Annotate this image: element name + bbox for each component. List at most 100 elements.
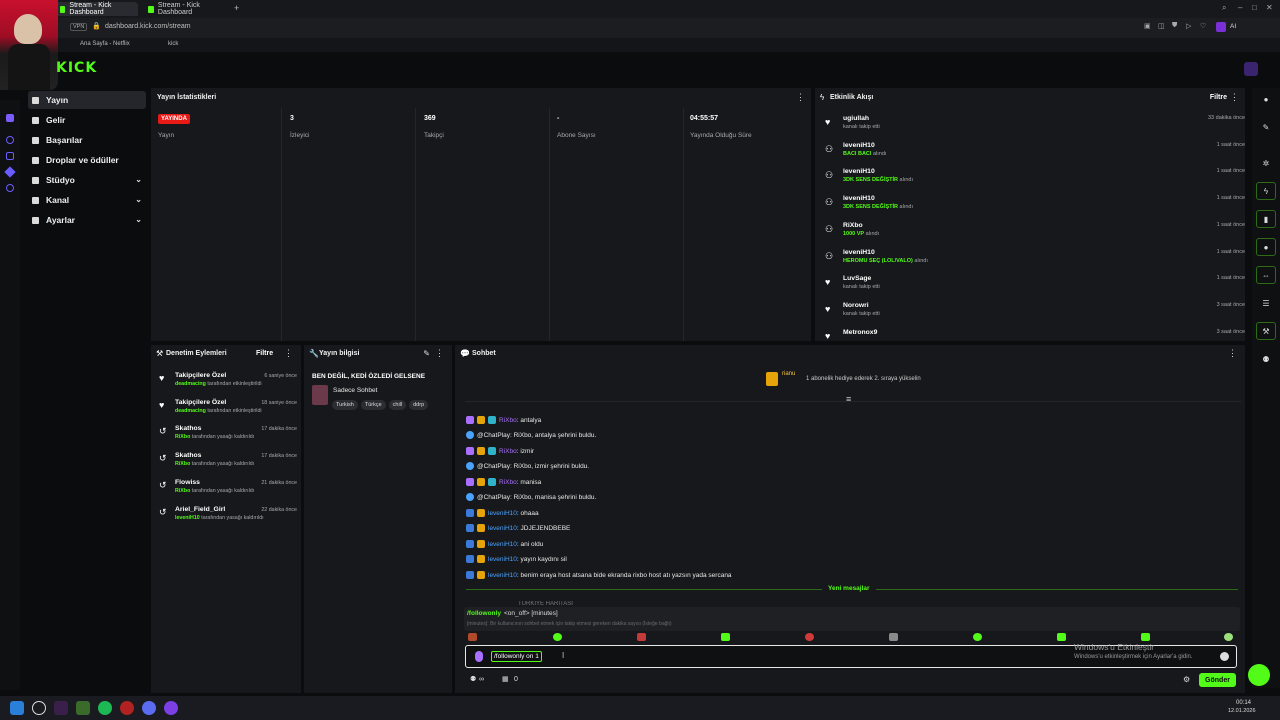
profile-avatar[interactable] <box>1244 62 1258 76</box>
chat-message[interactable]: RiXbo: antalya <box>466 414 541 426</box>
more-icon[interactable]: ⋮ <box>435 348 444 359</box>
browser-icon[interactable] <box>142 701 156 715</box>
sidebar-item-yayin[interactable]: Yayın <box>28 91 146 109</box>
chat-message[interactable]: RiXbo: manisa <box>466 476 541 488</box>
pencil-icon[interactable]: ✎ <box>1256 118 1276 136</box>
sidebar-item-gelir[interactable]: Gelir <box>28 111 146 129</box>
chat-message[interactable]: leveniH10: yayın kaydını sil <box>466 553 567 565</box>
browser-tab[interactable]: Stream - Kick Dashboard <box>52 2 138 16</box>
chat-username[interactable]: leveniH10 <box>488 525 517 532</box>
chat-username[interactable]: RiXbo <box>499 479 517 486</box>
play-icon[interactable]: ▷ <box>1186 22 1191 30</box>
emote-icon[interactable] <box>973 633 982 641</box>
rail-icon[interactable] <box>6 152 14 160</box>
settings-icon[interactable]: ✲ <box>1256 154 1276 172</box>
sidebar-item-studyo[interactable]: Stüdyo ⌄ <box>28 171 146 189</box>
maximize-icon[interactable]: □ <box>1252 3 1257 12</box>
gear-icon[interactable]: ⚙ <box>1183 675 1190 684</box>
minimize-icon[interactable]: – <box>1238 3 1242 12</box>
rail-icon[interactable] <box>6 184 14 192</box>
search-icon[interactable] <box>32 701 46 715</box>
emote-icon[interactable] <box>637 633 646 641</box>
moderation-item[interactable]: ♥ Takipçilere Özel deadmacing tarafından e… <box>159 399 297 425</box>
heart-icon[interactable]: ♡ <box>1200 22 1206 30</box>
kick-logo[interactable]: KICK <box>56 60 97 76</box>
spotify-icon[interactable] <box>98 701 112 715</box>
sidebar-item-ayarlar[interactable]: Ayarlar ⌄ <box>28 211 146 229</box>
chat-icon[interactable]: ● <box>1256 238 1276 256</box>
calendar-icon[interactable]: ▦ <box>502 675 509 683</box>
chat-message[interactable]: leveniH10: ani oldu <box>466 538 543 550</box>
bolt-icon[interactable]: ϟ <box>1256 182 1276 200</box>
shield-icon[interactable]: ⛊ <box>1172 22 1177 30</box>
tag[interactable]: chill <box>388 400 407 410</box>
wrench-icon[interactable]: ⚒ <box>1256 322 1276 340</box>
chat-message[interactable]: @ChatPlay: RiXbo, izmir şehrini buldu. <box>466 460 589 472</box>
chat-username[interactable]: leveniH10 <box>488 572 517 579</box>
mic-icon[interactable] <box>475 651 483 662</box>
tag[interactable]: ddrp <box>409 400 429 410</box>
app-icon[interactable] <box>120 701 134 715</box>
more-icon[interactable]: ⋮ <box>1230 92 1239 103</box>
emote-icon[interactable] <box>553 633 562 641</box>
ai-button[interactable]: AI <box>1230 23 1236 30</box>
search-icon[interactable]: ⌕ <box>1222 3 1226 13</box>
activity-item[interactable]: ⚇ leveniH10 3DK SENS DEĞİŞTİR alındı 1 saat… <box>825 168 1245 194</box>
chat-username[interactable]: leveniH10 <box>488 510 517 517</box>
chat-message[interactable]: @ChatPlay: RiXbo, antalya şehrini buldu. <box>466 429 596 441</box>
chat-message[interactable]: RiXbo: izmir <box>466 445 534 457</box>
activity-item[interactable]: ⚇ leveniH10 3DK SENS DEĞİŞTİR alındı 1 saat… <box>825 195 1245 221</box>
rail-icon[interactable] <box>4 166 16 178</box>
emote-icon[interactable] <box>1141 633 1150 641</box>
more-icon[interactable]: ⋮ <box>1228 348 1237 359</box>
users-icon[interactable]: ⚉ <box>1256 350 1276 368</box>
sidebar-item-droplar[interactable]: Droplar ve ödüller <box>28 151 146 169</box>
browser-tab[interactable]: Stream - Kick Dashboard <box>140 2 232 16</box>
chat-message[interactable]: @ChatPlay: RiXbo, manisa şehrini buldu. <box>466 491 596 503</box>
more-icon[interactable]: ⋮ <box>284 348 293 359</box>
app-icon[interactable] <box>164 701 178 715</box>
sidebar-item-basarilar[interactable]: Başarılar <box>28 131 146 149</box>
tabs-icon[interactable]: ◫ <box>1158 22 1165 30</box>
windows-start-icon[interactable] <box>10 701 24 715</box>
app-icon[interactable] <box>54 701 68 715</box>
more-icon[interactable]: ⋮ <box>796 92 805 103</box>
emote-icon[interactable] <box>468 633 477 641</box>
clock-date[interactable]: 12.01.2026 <box>1228 708 1256 714</box>
activity-item[interactable]: ⚇ leveniH10 HEROMU SEÇ (LOL/VALO) alındı 1 … <box>825 249 1245 275</box>
edit-icon[interactable]: ✎ <box>423 349 430 358</box>
emote-icon[interactable] <box>721 633 730 641</box>
chat-message[interactable]: leveniH10: ohaaa <box>466 507 539 519</box>
tag[interactable]: Turkish <box>332 400 358 410</box>
chat-message[interactable]: leveniH10: JDJEJENDBEBE <box>466 522 570 534</box>
activity-item[interactable]: ♥ ugiullah kanalı takip etti 33 dakika önce <box>825 115 1245 141</box>
chat-username[interactable]: @ChatPlay <box>477 432 510 439</box>
bookmark-netflix[interactable]: Ana Sayfa - Netflix <box>80 41 130 47</box>
chat-input-box[interactable]: /followonly on 1 I Windows'u Etkinleştir… <box>465 642 1237 668</box>
list-icon[interactable]: ☰ <box>1256 294 1276 312</box>
rail-icon[interactable] <box>6 136 14 144</box>
chat-username[interactable]: RiXbo <box>499 417 517 424</box>
wallet-icon[interactable]: ▣ <box>1144 22 1151 30</box>
chat-username[interactable]: @ChatPlay <box>477 494 510 501</box>
activity-item[interactable]: ⚇ RiXbo 1000 VP alındı 1 saat önce <box>825 222 1245 248</box>
emote-icon[interactable] <box>805 633 814 641</box>
clock-time[interactable]: 00:14 <box>1236 700 1251 706</box>
moderation-item[interactable]: ↺ Flowiss RiXbo tarafından yasağı kaldırıl… <box>159 479 297 505</box>
chat-popout-button[interactable] <box>1248 664 1270 686</box>
url-field[interactable]: dashboard.kick.com/stream <box>105 23 191 30</box>
chat-username[interactable]: leveniH10 <box>488 541 517 548</box>
moderation-item[interactable]: ♥ Takipçilere Özel deadmacing tarafından e… <box>159 372 297 398</box>
emote-icon[interactable] <box>1057 633 1066 641</box>
emote-icon[interactable] <box>889 633 898 641</box>
bookmark-kick[interactable]: kick <box>168 41 178 47</box>
filter-lines-icon[interactable]: ≡ <box>846 394 851 404</box>
chat-username[interactable]: @ChatPlay <box>477 463 510 470</box>
link-icon[interactable]: ⇔ <box>1256 266 1276 284</box>
app-icon[interactable] <box>76 701 90 715</box>
activity-item[interactable]: ♥ Norowri kanalı takip etti 3 saat önce <box>825 302 1245 328</box>
chat-message[interactable]: leveniH10: benim eraya host atsana bide … <box>466 569 732 581</box>
emote-icon[interactable] <box>1224 633 1233 641</box>
moderation-item[interactable]: ↺ Skathos RiXbo tarafından yasağı kaldırıl… <box>159 425 297 451</box>
rail-icon[interactable] <box>6 114 14 122</box>
